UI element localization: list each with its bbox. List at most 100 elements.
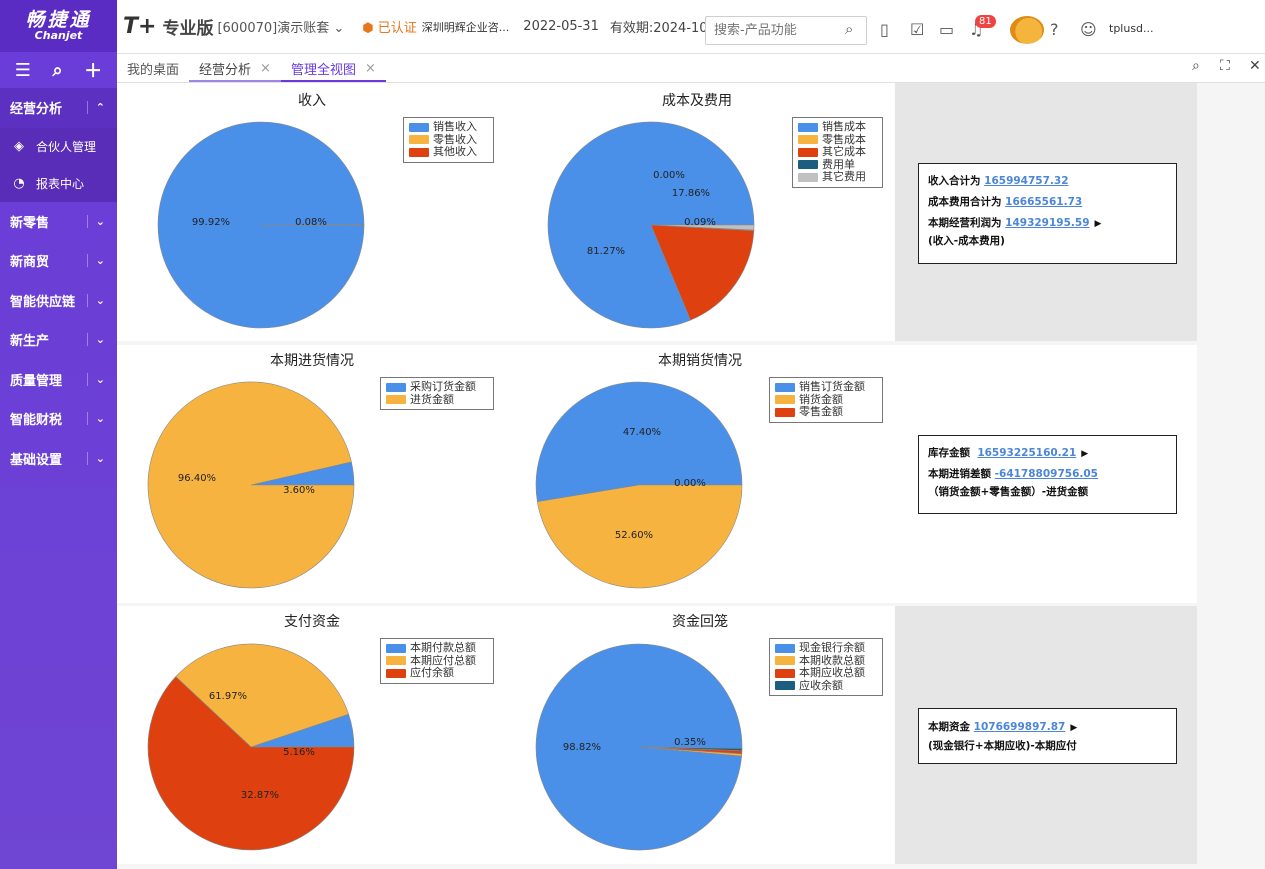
close-icon[interactable]: × xyxy=(260,61,271,76)
legend-item: 现金银行余额 xyxy=(775,641,877,655)
search-icon[interactable]: ⌕ xyxy=(53,60,63,81)
period-funds-link[interactable]: 1076699897.87 xyxy=(974,721,1066,733)
sidebar-item-report-center[interactable]: ◔ 报表中心 xyxy=(0,164,117,202)
tab-label: 经营分析 xyxy=(199,62,252,78)
logo-text-cn: 畅捷通 xyxy=(25,9,92,31)
menu-collapse-icon[interactable]: ☰ xyxy=(15,60,31,81)
company-name: 深圳明辉企业咨... xyxy=(421,20,510,34)
certified-badge[interactable]: ⬢ 已认证 xyxy=(362,17,417,36)
summary-line: 本期经营利润为 149329195.59 ▶ xyxy=(928,215,1167,233)
sidebar-section-quality[interactable]: 质量管理 ⌄ xyxy=(0,360,117,400)
purchase-sales-diff-link[interactable]: -64178809756.05 xyxy=(995,468,1098,480)
account-selector[interactable]: [600070]演示账套 ⌄ xyxy=(217,17,344,36)
triangle-right-icon[interactable]: ▶ xyxy=(1070,723,1077,733)
pie-data-label: 0.35% xyxy=(674,737,706,748)
collection-pie-chart: 98.82% 0.35% xyxy=(535,643,743,851)
legend-swatch xyxy=(775,656,795,666)
product-edition: 专业版 xyxy=(162,19,214,39)
sidebar-section-label: 新生产 xyxy=(10,334,50,350)
summary-label: 收入合计为 xyxy=(928,175,981,187)
chanjet-logo[interactable]: 畅捷通 Chanjet xyxy=(0,0,117,52)
tab-my-desktop[interactable]: 我的桌面 xyxy=(117,56,189,82)
sidebar-item-partner-management[interactable]: ◈ 合伙人管理 xyxy=(0,127,117,165)
legend-swatch xyxy=(775,668,795,678)
mobile-icon[interactable]: ▯ xyxy=(880,20,889,39)
business-date: 2022-05-31 xyxy=(523,19,599,34)
legend-swatch xyxy=(775,681,795,691)
sidebar-section-supply-chain[interactable]: 智能供应链 ⌄ xyxy=(0,281,117,321)
search-input[interactable] xyxy=(705,16,867,45)
user-icon[interactable]: ☺ xyxy=(1080,20,1097,39)
sidebar-section-new-retail[interactable]: 新零售 ⌄ xyxy=(0,202,117,242)
operating-profit-link[interactable]: 149329195.59 xyxy=(1005,217,1089,229)
legend-label: 现金银行余额 xyxy=(799,641,865,654)
chevron-down-icon: ⌄ xyxy=(333,21,345,36)
tab-management-overview[interactable]: 管理全视图 × xyxy=(280,56,386,82)
certified-label: 已认证 xyxy=(377,21,417,36)
summary-label: 本期资金 xyxy=(928,721,970,733)
chevron-down-icon: ⌄ xyxy=(86,293,105,307)
chevron-down-icon: ⌄ xyxy=(86,451,105,465)
profit-summary-panel: 收入合计为 165994757.32 成本费用合计为 16665561.73 本… xyxy=(918,163,1177,264)
income-total-link[interactable]: 165994757.32 xyxy=(984,175,1068,187)
summary-label: 本期进销差额 xyxy=(928,468,991,480)
handshake-icon: ◈ xyxy=(14,138,24,154)
sidebar-item-label: 合伙人管理 xyxy=(36,139,97,154)
legend-label: 本期应收总额 xyxy=(799,666,865,679)
sidebar-section-smart-tax[interactable]: 智能财税 ⌄ xyxy=(0,399,117,439)
sidebar-section-label: 基础设置 xyxy=(10,452,63,468)
pie-data-label: 98.82% xyxy=(563,742,601,753)
legend-item: 应收余额 xyxy=(775,678,877,693)
notification-badge: 81 xyxy=(975,15,996,28)
shield-icon: ⬢ xyxy=(362,21,374,36)
inventory-amount-link[interactable]: 16593225160.21 xyxy=(977,447,1076,459)
inventory-summary-panel: 库存金额 16593225160.21 ▶ 本期进销差额 -64178809756… xyxy=(918,435,1177,514)
funds-summary-panel: 本期资金 1076699897.87 ▶ (现金银行+本期应收)-本期应付 xyxy=(918,708,1177,764)
message-icon[interactable]: ▭ xyxy=(939,20,954,39)
summary-line: 收入合计为 165994757.32 xyxy=(928,171,1167,192)
summary-line: 库存金额 16593225160.21 ▶ xyxy=(928,443,1167,465)
summary-line: 本期资金 1076699897.87 ▶ xyxy=(928,718,1167,737)
help-icon[interactable]: ? xyxy=(1050,20,1059,39)
product-brand: T+ xyxy=(123,14,157,39)
add-icon[interactable]: ＋ xyxy=(84,57,102,83)
sidebar-section-business-analysis[interactable]: 经营分析 ⌃ xyxy=(0,88,117,128)
task-list-icon[interactable]: ☑ xyxy=(910,20,924,39)
sidebar-section-new-trade[interactable]: 新商贸 ⌄ xyxy=(0,241,117,281)
sidebar-section-label: 经营分析 xyxy=(10,102,63,118)
triangle-right-icon[interactable]: ▶ xyxy=(1095,219,1102,229)
cost-total-link[interactable]: 16665561.73 xyxy=(1005,196,1082,208)
sidebar-section-basic-settings[interactable]: 基础设置 ⌄ xyxy=(0,439,117,479)
chart-legend: 现金银行余额 本期收款总额 本期应收总额 应收余额 xyxy=(769,638,883,696)
account-name: [600070]演示账套 xyxy=(217,21,330,36)
triangle-right-icon[interactable]: ▶ xyxy=(1081,449,1088,459)
summary-line: 成本费用合计为 16665561.73 xyxy=(928,192,1167,213)
chevron-down-icon: ⌄ xyxy=(86,333,105,347)
sidebar-section-label: 质量管理 xyxy=(10,373,63,389)
sidebar-section-new-production[interactable]: 新生产 ⌄ xyxy=(0,320,117,360)
summary-label: 本期经营利润为 xyxy=(928,217,1002,229)
chevron-down-icon: ⌄ xyxy=(86,412,105,426)
legend-label: 应收余额 xyxy=(799,678,843,692)
summary-formula: (现金银行+本期应收)-本期应付 xyxy=(928,740,1077,752)
summary-label: 成本费用合计为 xyxy=(928,196,1002,208)
close-icon[interactable]: × xyxy=(365,61,376,76)
close-icon[interactable]: ✕ xyxy=(1249,58,1261,74)
search-icon[interactable]: ⌕ xyxy=(845,20,853,38)
sidebar-section-label: 新商贸 xyxy=(10,255,50,271)
tab-label: 我的桌面 xyxy=(127,62,180,78)
chevron-down-icon: ⌄ xyxy=(86,372,105,386)
chevron-up-icon: ⌃ xyxy=(86,101,105,115)
summary-formula: (收入-成本费用) xyxy=(928,235,1005,247)
sidebar-section-label: 智能供应链 xyxy=(10,294,76,310)
summary-formula: （销货金额+零售金额）-进货金额 xyxy=(928,486,1089,498)
customer-service-avatar[interactable] xyxy=(1010,16,1044,44)
dashboard-main: 收入 99.92% 0.08% 销售收入 零售收入 其他收入 成本及费用 81.2… xyxy=(117,83,1265,869)
tab-business-analysis[interactable]: 经营分析 × xyxy=(189,56,281,82)
fullscreen-icon[interactable]: ⛶ xyxy=(1220,58,1230,74)
chevron-down-icon: ⌄ xyxy=(86,214,105,228)
search-icon[interactable]: ⌕ xyxy=(1192,58,1200,74)
username[interactable]: tplusd... xyxy=(1109,22,1154,35)
sidebar-section-label: 新零售 xyxy=(10,215,50,231)
pie-icon: ◔ xyxy=(13,175,25,191)
